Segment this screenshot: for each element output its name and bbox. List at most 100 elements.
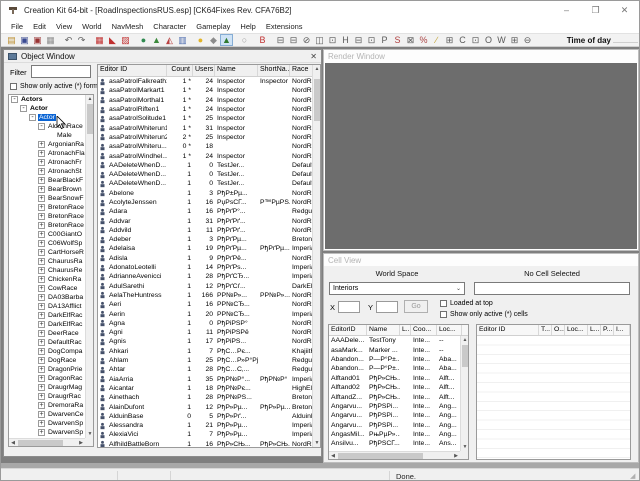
grass-icon[interactable]: ▲ <box>220 34 233 46</box>
table-row[interactable]: Adelaisa 1 19 РђРґРµ... РђРґРµ... Imperi… <box>98 244 312 253</box>
tree-item[interactable]: + BretonRace <box>9 203 85 212</box>
go-button[interactable]: Go <box>404 300 428 313</box>
world-space-dropdown[interactable]: Interiors ⌄ <box>329 282 465 295</box>
doors-icon[interactable]: ⊟ <box>352 34 365 46</box>
tree-item[interactable]: + DogCompa <box>9 347 85 356</box>
cell-objects-header[interactable]: Editor ID T... O... Loc... L... P... I..… <box>477 325 630 336</box>
dialogue-icon[interactable]: ○ <box>238 34 251 46</box>
tree-item[interactable]: + C06WolfSp <box>9 239 85 248</box>
landscape-edit-icon[interactable]: ▲ <box>150 34 163 46</box>
menu-item[interactable]: Edit <box>28 22 51 31</box>
tree-expander-icon[interactable]: + <box>38 330 45 337</box>
table-row[interactable]: Aeri 1 16 Р­Р№СЂ... NordRa... <box>98 300 312 309</box>
tree-expander-icon[interactable]: + <box>38 375 45 382</box>
table-row[interactable]: AADeleteWhenD... 1 0 TestJer... Default.… <box>98 179 312 188</box>
table-row[interactable]: Aerin 1 20 Р­Р№СЂ... Imperial... <box>98 309 312 318</box>
cell-row[interactable]: Angarvu... РђРЅРі... Inte... Ang... <box>329 421 460 430</box>
tree-item[interactable]: + ArgonianRa <box>9 140 85 149</box>
tree-item[interactable]: + DragonPrie <box>9 365 85 374</box>
tree-expander-icon[interactable]: + <box>38 366 45 373</box>
menu-item[interactable]: Gameplay <box>191 22 235 31</box>
table-row[interactable]: AdrianneAvenicci 1 28 РђРґСЂ... Imperial… <box>98 272 312 281</box>
column-header-editor-id[interactable]: Editor ID <box>98 65 167 76</box>
tree-item[interactable]: + ChaurusRa <box>9 257 85 266</box>
tree-expander-icon[interactable]: + <box>38 177 45 184</box>
tree-item[interactable]: + ChickenRa <box>9 275 85 284</box>
scroll-down-icon[interactable]: ▼ <box>86 430 94 438</box>
open-icon[interactable]: ▤ <box>5 34 18 46</box>
house-icon[interactable]: H <box>339 34 352 46</box>
occlusion-icon[interactable]: ⊠ <box>404 34 417 46</box>
cell-view-titlebar[interactable]: Cell View <box>324 254 638 266</box>
render-viewport[interactable] <box>325 63 637 249</box>
table-row[interactable]: AlainDufont 1 12 РђР»Рµ... РђР»Рµ... Bre… <box>98 402 312 411</box>
water-icon[interactable]: W <box>495 34 508 46</box>
object-table-header[interactable]: Editor ID Count Users Name ShortNa... Ra… <box>98 65 320 77</box>
tree-item[interactable]: + DogRace <box>9 356 85 365</box>
details-icon[interactable]: ▦ <box>44 34 57 46</box>
table-row[interactable]: asaPatrolWhiterun1 1 * 31 Inspector Nord… <box>98 123 312 132</box>
tree-item[interactable]: + DragonRac <box>9 374 85 383</box>
isometric-view-icon[interactable]: ◫ <box>313 34 326 46</box>
render-window-icon[interactable]: ⊟ <box>274 34 287 46</box>
tree-expander-icon[interactable]: + <box>38 384 45 391</box>
tree-expander-icon[interactable]: + <box>38 222 45 229</box>
table-row[interactable]: Ahlam 1 25 РђС…Р»Р°Рј Redgua... <box>98 356 312 365</box>
cell-row[interactable]: Angarvu... РђРЅРі... Inte... Ang... <box>329 402 460 411</box>
object-window-close-icon[interactable]: ✕ <box>310 52 317 61</box>
column-header-count[interactable]: Count <box>167 65 193 76</box>
snap-to-grid-icon[interactable]: ▦ <box>93 34 106 46</box>
tree-item[interactable]: + DefaultRac <box>9 338 85 347</box>
tree-item[interactable]: + AtronachSt <box>9 167 85 176</box>
tree-item[interactable]: + BearBrown <box>9 185 85 194</box>
tree-expander-icon[interactable]: + <box>38 420 45 427</box>
column-header-shortname[interactable]: ShortNa... <box>258 65 290 76</box>
menu-item[interactable]: Extensions <box>261 22 308 31</box>
window-tool-icon[interactable]: ⊡ <box>469 34 482 46</box>
menu-item[interactable]: View <box>51 22 77 31</box>
tree-item[interactable]: - Actors <box>9 95 85 104</box>
tree-item[interactable]: + ChaurusRe <box>9 266 85 275</box>
circle-tool-icon[interactable]: O <box>482 34 495 46</box>
tree-expander-icon[interactable]: - <box>11 96 18 103</box>
tree-expander-icon[interactable]: + <box>38 321 45 328</box>
pick-icon[interactable]: ∕ <box>430 34 443 46</box>
tree-item[interactable]: + DwarvenSp <box>9 428 85 437</box>
tree-item[interactable]: + DwarvenCe <box>9 410 85 419</box>
cell-search-input[interactable] <box>474 282 630 295</box>
table-row[interactable]: AdonatoLeotelli 1 14 РђРґРѕ... Imperial.… <box>98 263 312 272</box>
version-control-icon[interactable]: ▣ <box>31 34 44 46</box>
table-row[interactable]: Alessandra 1 21 РђР»Рµ... Imperial... <box>98 421 312 430</box>
tree-item[interactable]: + DraugrRac <box>9 392 85 401</box>
tree-expander-icon[interactable]: + <box>38 231 45 238</box>
tree-expander-icon[interactable]: + <box>38 276 45 283</box>
tree-item[interactable]: - Actor <box>9 104 85 113</box>
preview-window-icon[interactable]: P <box>378 34 391 46</box>
table-row[interactable]: AlduinBase 0 5 РђР»Рґ... AlduinR... <box>98 412 312 421</box>
menu-item[interactable]: File <box>6 22 28 31</box>
tree-expander-icon[interactable]: + <box>38 357 45 364</box>
lights-icon[interactable]: ● <box>194 34 207 46</box>
table-row[interactable]: Aicantar 1 18 РђР№Рє... HighElf... <box>98 384 312 393</box>
plugs-icon[interactable]: % <box>417 34 430 46</box>
show-only-active-cells-checkbox[interactable] <box>440 311 447 318</box>
tree-item[interactable]: + CowRace <box>9 284 85 293</box>
redo-icon[interactable]: ↷ <box>75 34 88 46</box>
run-havok-icon[interactable]: ◭ <box>163 34 176 46</box>
tree-item[interactable]: + C00GiantO <box>9 230 85 239</box>
world-spaces-icon[interactable]: ● <box>137 34 150 46</box>
table-row[interactable]: AADeleteWhenD... 1 0 TestJer... Default.… <box>98 170 312 179</box>
tree-item[interactable]: + DarkElfRac <box>9 311 85 320</box>
tree-expander-icon[interactable]: + <box>38 285 45 292</box>
table-row[interactable]: Ahkari 1 7 РђС…Рє... KhajiitR... <box>98 347 312 356</box>
tree-item[interactable]: - AlduinRace <box>9 122 85 131</box>
cell-row[interactable]: Alftand01 РђР»СЊ... Inte... Alft... <box>329 374 460 383</box>
table-row[interactable]: Agnis 1 17 РђРіРЅ... NordRa... <box>98 337 312 346</box>
tree-expander-icon[interactable]: + <box>38 213 45 220</box>
table-row[interactable]: AelaTheHuntress 1 166 Р­Р№Р»... Р­Р№Р»..… <box>98 291 312 300</box>
tree-expander-icon[interactable]: + <box>38 195 45 202</box>
table-row[interactable]: AdulSarethi 1 12 РђРґСѓ... DarkElf... <box>98 282 312 291</box>
table-row[interactable]: asaPatrolMarkart1 1 * 24 Inspector NordR… <box>98 86 312 95</box>
cell-list-header[interactable]: EditorID Name L... Coo... Loc... <box>329 325 468 336</box>
filter-input[interactable] <box>31 65 91 78</box>
